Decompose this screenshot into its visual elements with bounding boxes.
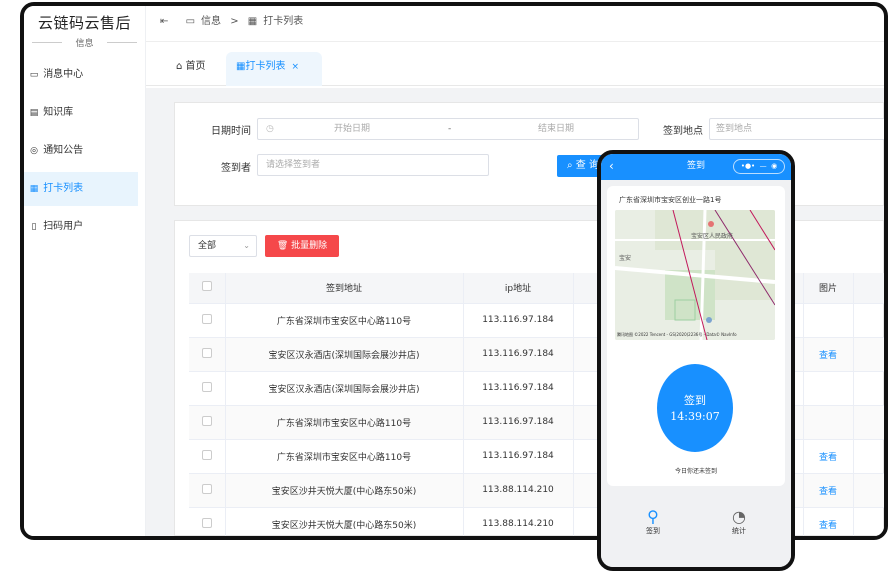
sidebar-item-knowledge[interactable]: ▤ 知识库	[24, 96, 138, 130]
phone-mockup: ‹ 签到 •●• — ◉ 广东省深圳市宝安区创业一路1号 宝安区人民政府 宝安 …	[597, 150, 795, 571]
nav-checkin[interactable]: ⚲ 签到	[633, 507, 673, 536]
map-view[interactable]: 宝安区人民政府 宝安 腾讯地图 ©2022 Tencent - GS(2020)…	[615, 210, 775, 340]
date-range-input[interactable]: ◷ 开始日期 - 结束日期	[257, 118, 639, 140]
chevron-down-icon: ⌄	[243, 241, 250, 250]
row-checkbox[interactable]	[201, 347, 212, 358]
clock-icon: ◷	[266, 124, 274, 134]
breadcrumb-info-icon: ▭	[185, 16, 196, 27]
batch-delete-button[interactable]: 🗑 批量删除	[265, 235, 339, 257]
checkin-hint: 今日你还未签到	[674, 468, 717, 475]
search-icon: ⌕	[567, 160, 573, 171]
row-checkbox[interactable]	[201, 449, 212, 460]
home-icon: ⌂	[176, 61, 183, 72]
breadcrumb-part1[interactable]: 信息	[201, 16, 221, 27]
current-time: 14:39:07	[670, 410, 720, 423]
breadcrumb: ⇤ ▭ 信息 > ▦ 打卡列表	[146, 6, 884, 42]
signer-select[interactable]: 请选择签到者	[257, 154, 489, 176]
map-label: 宝安区人民政府	[691, 232, 733, 240]
sidebar-item-messages[interactable]: ▭ 消息中心	[24, 58, 138, 92]
phone-bottom-nav: ⚲ 签到 ◔ 统计	[601, 493, 791, 567]
pie-chart-icon: ◔	[732, 507, 746, 526]
app-subtitle: 信息	[24, 36, 145, 49]
map-credit: 腾讯地图 ©2022 Tencent - GS(2020)2236号 - Dat…	[617, 331, 737, 337]
current-address: 广东省深圳市宝安区创业一路1号	[619, 196, 722, 204]
phone-title: 签到	[686, 161, 705, 171]
map-graphic: 宝安区人民政府 宝安 腾讯地图 ©2022 Tencent - GS(2020)…	[615, 210, 775, 340]
back-icon[interactable]: ‹	[609, 154, 614, 178]
date-label: 日期时间	[211, 126, 251, 137]
tab-checkin-list[interactable]: ▦打卡列表 ×	[226, 52, 322, 86]
row-checkbox[interactable]	[201, 381, 212, 392]
checkin-card: 广东省深圳市宝安区创业一路1号 宝安区人民政府 宝安 腾讯地图 ©2022 Te…	[607, 186, 785, 486]
bell-icon: ◎	[30, 146, 38, 156]
breadcrumb-sep: >	[230, 16, 239, 27]
miniapp-capsule[interactable]: •●• — ◉	[733, 159, 785, 174]
location-input[interactable]: 签到地点	[709, 118, 884, 140]
row-checkbox[interactable]	[201, 313, 212, 324]
tab-home[interactable]: ⌂ 首页	[166, 52, 216, 86]
sidebar-item-notices[interactable]: ◎ 通知公告	[24, 134, 138, 168]
nav-stats[interactable]: ◔ 统计	[719, 507, 759, 536]
breadcrumb-part2: 打卡列表	[263, 16, 304, 27]
checkin-button[interactable]: 签到 14:39:07	[657, 364, 733, 452]
row-checkbox[interactable]	[201, 517, 212, 528]
signer-label: 签到者	[221, 163, 251, 174]
sidebar-item-checkin-list[interactable]: ▦ 打卡列表	[24, 172, 138, 206]
location-label: 签到地点	[663, 126, 703, 137]
row-checkbox[interactable]	[201, 483, 212, 494]
tab-bar: ⌂ 首页 ▦打卡列表 ×	[146, 42, 884, 86]
sidebar-item-scan-users[interactable]: ▯ 扫码用户	[24, 210, 138, 244]
phone-header: ‹ 签到 •●• — ◉	[601, 154, 791, 180]
row-checkbox[interactable]	[201, 415, 212, 426]
collapse-icon[interactable]: ⇤	[160, 16, 168, 27]
book-icon: ▤	[29, 108, 39, 118]
select-all-checkbox[interactable]	[189, 273, 226, 304]
app-title: 云链码云售后	[37, 14, 131, 32]
close-icon[interactable]: ×	[291, 62, 299, 72]
message-icon: ▭	[29, 70, 39, 80]
user-icon: ▯	[31, 222, 37, 232]
brand: 云链码云售后 信息	[24, 6, 145, 54]
status-filter-select[interactable]: 全部 ⌄	[189, 235, 257, 257]
trash-icon: 🗑	[276, 241, 289, 251]
col-ip: ip地址	[463, 273, 574, 304]
col-image: 图片	[803, 273, 854, 304]
col-extra	[853, 273, 884, 304]
calendar-icon: ▦	[29, 184, 39, 194]
sidebar: 云链码云售后 信息 ▭ 消息中心 ▤ 知识库 ◎ 通知公告 ▦ 打卡列表 ▯ 扫…	[24, 6, 146, 536]
location-pin-icon: ⚲	[647, 507, 659, 526]
col-address: 签到地址	[225, 273, 464, 304]
breadcrumb-calendar-icon: ▦	[247, 16, 258, 27]
map-label-district: 宝安	[619, 254, 631, 262]
